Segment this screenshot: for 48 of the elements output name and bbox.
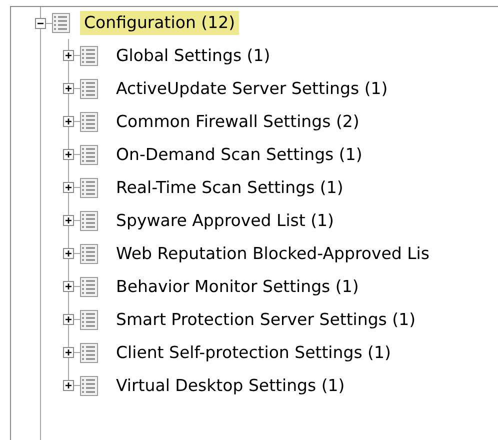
plus-icon bbox=[64, 282, 72, 290]
list-icon bbox=[80, 112, 98, 132]
expand-toggle[interactable] bbox=[63, 83, 74, 94]
plus-icon bbox=[64, 316, 72, 324]
tree-item-label[interactable]: On-Demand Scan Settings (1) bbox=[112, 142, 366, 166]
list-icon bbox=[80, 376, 98, 396]
list-icon bbox=[80, 210, 98, 230]
tree-item-label[interactable]: Web Reputation Blocked-Approved Lis bbox=[112, 242, 434, 266]
plus-icon bbox=[64, 250, 72, 258]
expand-toggle[interactable] bbox=[35, 18, 46, 28]
plus-icon bbox=[64, 118, 72, 126]
list-icon bbox=[80, 342, 98, 362]
list-icon bbox=[52, 13, 70, 33]
expand-toggle[interactable] bbox=[63, 347, 74, 358]
expand-toggle[interactable] bbox=[63, 314, 74, 325]
expand-toggle[interactable] bbox=[63, 380, 74, 391]
expand-toggle[interactable] bbox=[63, 116, 74, 127]
expand-toggle[interactable] bbox=[63, 281, 74, 292]
tree-item-label[interactable]: ActiveUpdate Server Settings (1) bbox=[112, 76, 392, 100]
expand-toggle[interactable] bbox=[63, 248, 74, 259]
tree-item-label[interactable]: Global Settings (1) bbox=[112, 44, 274, 68]
expand-toggle[interactable] bbox=[63, 50, 74, 61]
tree-item-label[interactable]: Client Self-protection Settings (1) bbox=[112, 340, 395, 364]
tree-item-label[interactable]: Behavior Monitor Settings (1) bbox=[112, 274, 363, 298]
expand-toggle[interactable] bbox=[63, 149, 74, 160]
list-icon bbox=[80, 144, 98, 164]
plus-icon bbox=[64, 216, 72, 224]
tree-item-label[interactable]: Configuration (12) bbox=[80, 11, 240, 35]
plus-icon bbox=[64, 348, 72, 356]
list-icon bbox=[80, 178, 98, 198]
tree-item-label[interactable]: Smart Protection Server Settings (1) bbox=[112, 308, 420, 332]
plus-icon bbox=[64, 184, 72, 192]
plus-icon bbox=[64, 52, 72, 60]
tree-item-label[interactable]: Virtual Desktop Settings (1) bbox=[112, 374, 349, 398]
tree-item-label[interactable]: Spyware Approved List (1) bbox=[112, 208, 338, 232]
tree-item-label[interactable]: Real-Time Scan Settings (1) bbox=[112, 176, 348, 200]
list-icon bbox=[80, 310, 98, 330]
plus-icon bbox=[64, 84, 72, 92]
expand-toggle[interactable] bbox=[63, 182, 74, 193]
list-icon bbox=[80, 276, 98, 296]
tree-item-label[interactable]: Common Firewall Settings (2) bbox=[112, 110, 364, 134]
list-icon bbox=[80, 78, 98, 98]
plus-icon bbox=[64, 150, 72, 158]
minus-icon bbox=[38, 22, 44, 24]
expand-toggle[interactable] bbox=[63, 215, 74, 226]
plus-icon bbox=[64, 382, 72, 390]
list-icon bbox=[80, 46, 98, 66]
list-icon bbox=[80, 244, 98, 264]
